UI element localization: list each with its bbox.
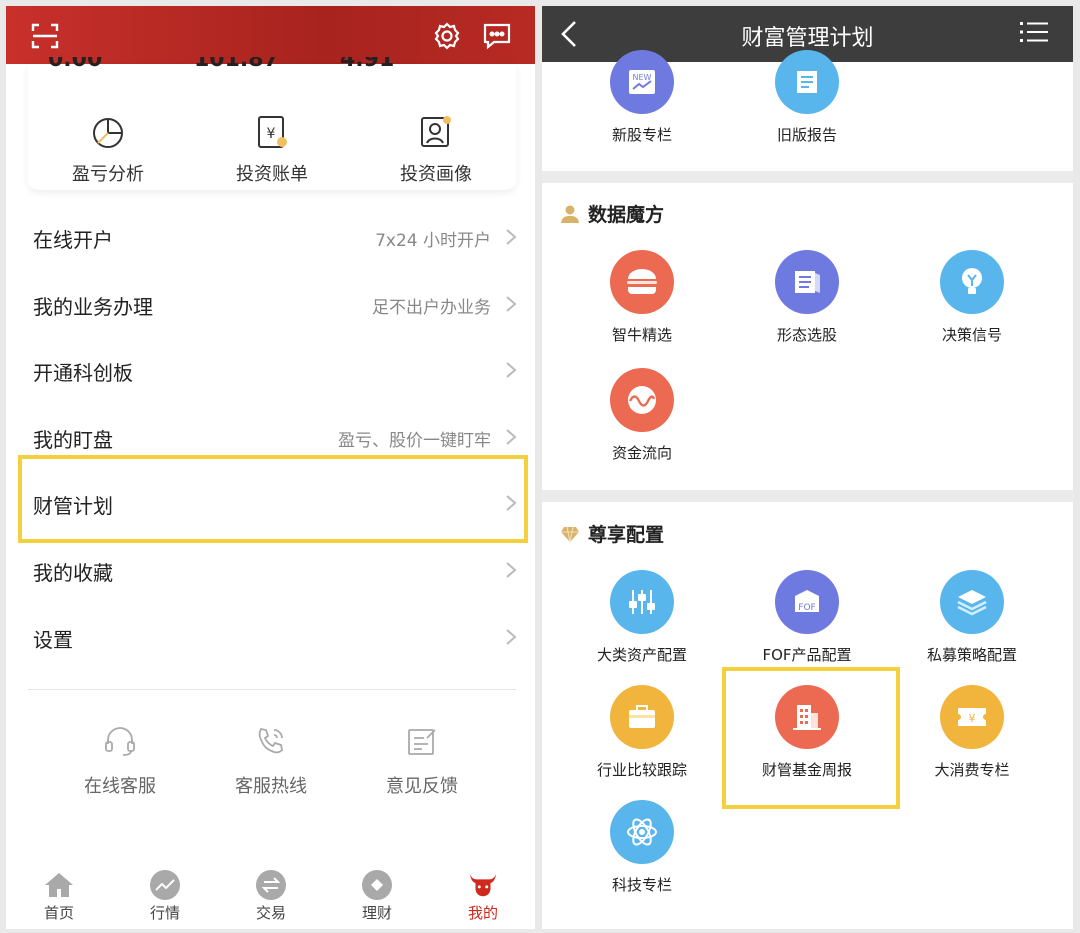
tab-trade[interactable]: 交易 xyxy=(231,870,311,923)
home-icon xyxy=(44,870,74,900)
person-icon xyxy=(561,205,579,223)
book-icon xyxy=(775,250,839,314)
scan-icon[interactable] xyxy=(28,19,62,53)
hotline-button[interactable]: 客服热线 xyxy=(211,724,331,798)
tab-mine[interactable]: 我的 xyxy=(443,870,523,923)
chevron-right-icon xyxy=(506,562,517,578)
sliders-icon xyxy=(610,570,674,634)
new-stock-icon: NEW xyxy=(610,50,674,114)
phone-icon xyxy=(254,724,288,758)
chevron-right-icon xyxy=(506,362,517,378)
online-service-button[interactable]: 在线客服 xyxy=(60,724,180,798)
feedback-icon xyxy=(405,724,439,758)
wealth-plan-screen: 财富管理计划 NEW 新股专栏 旧版报告 数据魔方 智牛精选 形态选股 决策信号… xyxy=(542,6,1073,929)
tile-tech-column[interactable]: 科技专栏 xyxy=(572,800,712,895)
page-title: 财富管理计划 xyxy=(741,26,874,51)
chevron-right-icon xyxy=(506,229,517,245)
tile-private-strategy[interactable]: 私募策略配置 xyxy=(902,570,1042,665)
burger-icon xyxy=(610,250,674,314)
section-title-data-cube: 数据魔方 xyxy=(560,200,664,227)
svg-text:¥: ¥ xyxy=(969,712,976,725)
tab-wealth[interactable]: 理财 xyxy=(337,870,417,923)
section-separator xyxy=(542,171,1073,183)
layers-icon xyxy=(940,570,1004,634)
menu-item-settings[interactable]: 设置 xyxy=(6,605,535,671)
summary-value: 0.00 xyxy=(48,57,103,72)
svg-text:NEW: NEW xyxy=(633,73,652,82)
tile-industry-compare[interactable]: 行业比较跟踪 xyxy=(572,685,712,780)
investment-bill-button[interactable]: ¥ 投资账单 xyxy=(192,112,352,186)
bulb-icon xyxy=(940,250,1004,314)
menu-item-favorites[interactable]: 我的收藏 xyxy=(6,538,535,604)
tile-asset-allocation[interactable]: 大类资产配置 xyxy=(572,570,712,665)
report-icon xyxy=(775,50,839,114)
tile-old-report[interactable]: 旧版报告 xyxy=(737,50,877,145)
tile-consumer-column[interactable]: ¥ 大消费专栏 xyxy=(902,685,1042,780)
message-icon[interactable] xyxy=(480,19,514,53)
highlight-box xyxy=(722,667,900,809)
exchange-icon xyxy=(256,870,286,900)
investment-profile-button[interactable]: 投资画像 xyxy=(356,112,516,186)
menu-item-star-market[interactable]: 开通科创板 xyxy=(6,338,535,404)
ticket-icon: ¥ xyxy=(940,685,1004,749)
summary-value: 4.91 xyxy=(340,57,395,72)
tile-pattern-stock[interactable]: 形态选股 xyxy=(737,250,877,345)
tile-smart-bull[interactable]: 智牛精选 xyxy=(572,250,712,345)
profit-analysis-button[interactable]: 盈亏分析 xyxy=(28,112,188,186)
tab-market[interactable]: 行情 xyxy=(125,870,205,923)
feedback-button[interactable]: 意见反馈 xyxy=(362,724,482,798)
tile-decision-signal[interactable]: 决策信号 xyxy=(902,250,1042,345)
section-title-premium-config: 尊享配置 xyxy=(560,520,664,547)
section-separator xyxy=(542,490,1073,502)
bill-icon: ¥ xyxy=(252,112,292,152)
divider xyxy=(28,689,516,690)
atom-icon xyxy=(610,800,674,864)
menu-item-open-account[interactable]: 在线开户 7x24 小时开户 xyxy=(6,205,535,271)
chevron-right-icon xyxy=(506,296,517,312)
account-header xyxy=(6,6,535,64)
wave-icon xyxy=(610,368,674,432)
portrait-icon xyxy=(416,112,456,152)
highlight-box xyxy=(18,455,528,543)
menu-item-business[interactable]: 我的业务办理 足不出户办业务 xyxy=(6,272,535,338)
my-account-screen: 0.00 101.87 4.91 盈亏分析 ¥ 投资账单 投资画像 在线开户 7… xyxy=(6,6,535,929)
chevron-right-icon xyxy=(506,429,517,445)
tile-fund-flow[interactable]: 资金流向 xyxy=(572,368,712,463)
list-icon[interactable] xyxy=(1020,21,1048,43)
quick-actions-card: 0.00 101.87 4.91 盈亏分析 ¥ 投资账单 投资画像 xyxy=(28,57,516,190)
svg-text:FOF: FOF xyxy=(798,603,815,613)
headset-icon xyxy=(103,724,137,758)
chart-icon xyxy=(150,870,180,900)
svg-text:¥: ¥ xyxy=(267,126,276,142)
tile-fof-config[interactable]: FOF FOF产品配置 xyxy=(737,570,877,665)
gear-icon[interactable] xyxy=(430,19,464,53)
diamond-icon xyxy=(362,870,392,900)
bull-icon xyxy=(468,870,498,900)
tile-new-stock[interactable]: NEW 新股专栏 xyxy=(572,50,712,145)
chevron-right-icon xyxy=(506,629,517,645)
gem-icon xyxy=(561,526,579,542)
summary-value: 101.87 xyxy=(194,57,279,72)
pie-chart-icon xyxy=(88,112,128,152)
tab-home[interactable]: 首页 xyxy=(19,870,99,923)
briefcase-icon xyxy=(610,685,674,749)
fof-box-icon: FOF xyxy=(775,570,839,634)
